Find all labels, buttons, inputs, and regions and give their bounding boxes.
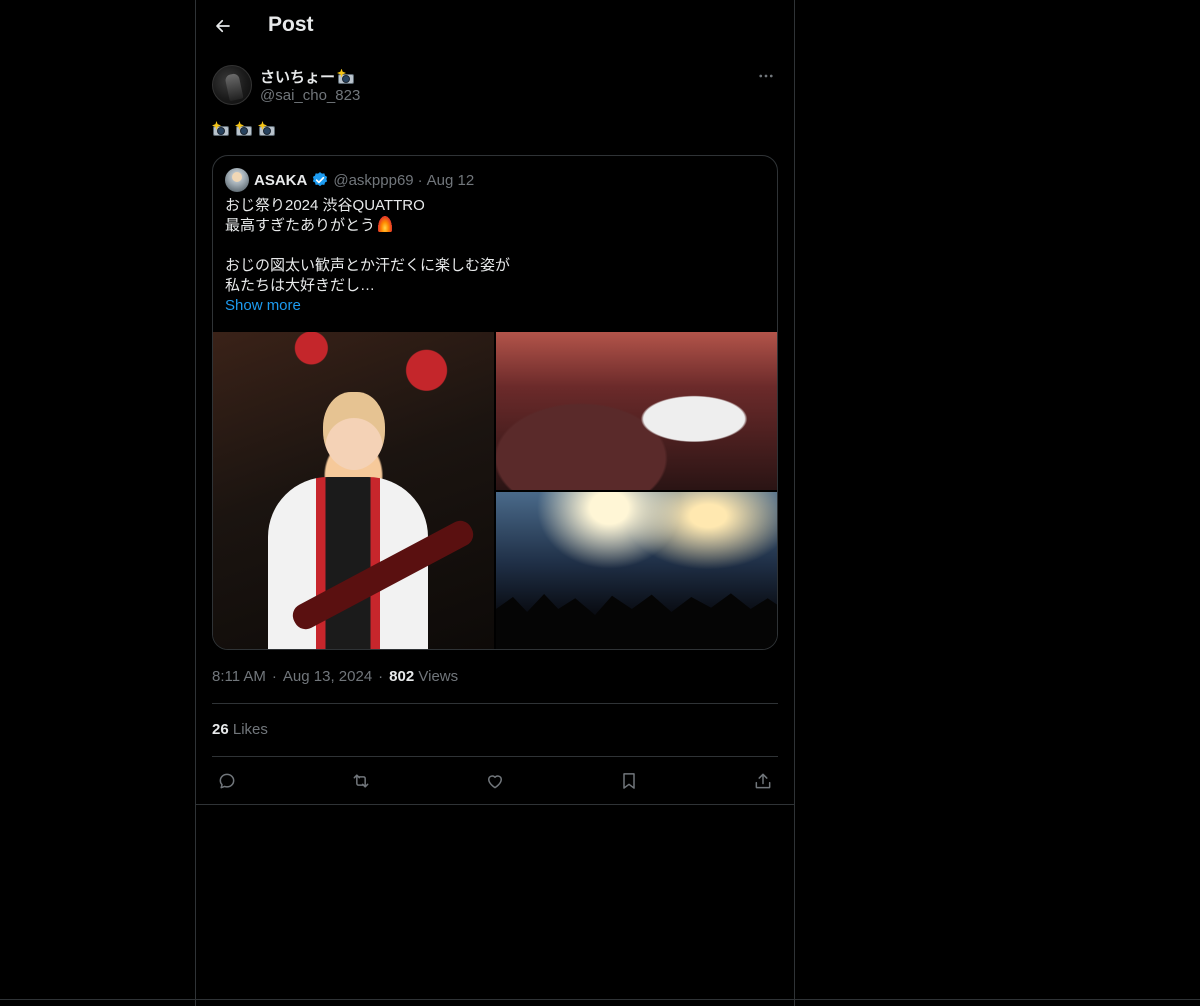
show-more-link[interactable]: Show more (225, 297, 301, 314)
views-count: 802 (389, 668, 415, 685)
media-image-guitarist[interactable] (213, 332, 494, 649)
bookmark-button[interactable] (614, 768, 644, 794)
quote-media-grid (213, 332, 777, 649)
fire-icon (378, 216, 393, 232)
author-handle[interactable]: @sai_cho_823 (260, 87, 360, 104)
camera-flash-icon (235, 121, 253, 137)
repost-button[interactable] (346, 768, 376, 794)
like-button[interactable] (480, 768, 510, 794)
camera-flash-icon (337, 68, 355, 85)
post-time[interactable]: 8:11 AM (212, 668, 266, 685)
separator: · (417, 171, 423, 189)
reply-icon (219, 773, 235, 789)
divider (212, 703, 778, 704)
separator: · (271, 668, 277, 685)
likes-label: Likes (232, 721, 268, 738)
share-icon (755, 773, 771, 789)
quote-author-handle: @askppp69 (333, 171, 414, 189)
quote-line: 最高すぎたありがとう (225, 216, 765, 236)
action-bar (212, 768, 778, 794)
camera-flash-icon (258, 121, 276, 137)
quote-author-name: ASAKA (254, 171, 308, 189)
reply-button[interactable] (212, 768, 242, 794)
quote-text: おじ祭り2024 渋谷QUATTRO 最高すぎたありがとう おじの図太い歓声とか… (225, 196, 765, 296)
page-header: Post (196, 0, 794, 53)
verified-badge-icon (313, 172, 328, 187)
author-name-text: さいちょー (260, 69, 336, 86)
back-button[interactable] (208, 11, 238, 41)
like-icon (488, 775, 502, 789)
quote-line: おじ祭り2024 渋谷QUATTRO (225, 197, 425, 214)
views-label: Views (418, 668, 459, 685)
post-bottom-border (196, 804, 794, 805)
quoted-post[interactable]: ASAKA @askppp69 · Aug 12 おじ祭り2024 渋谷QUAT… (212, 155, 778, 650)
likes-link[interactable]: 26 Likes (212, 721, 268, 738)
media-image-crowd[interactable] (496, 332, 777, 490)
quote-line: 私たちは大好きだし… (225, 277, 376, 294)
quote-line (225, 236, 765, 256)
post-column: Post さいちょー @sai_cho_823 ASAKA @askppp69 (195, 0, 795, 1006)
more-options-button[interactable] (752, 64, 780, 88)
share-button[interactable] (748, 768, 778, 794)
post-meta: 8:11 AM · Aug 13, 2024 · 802 Views (212, 668, 458, 685)
quote-header: ASAKA @askppp69 · Aug 12 (225, 168, 474, 192)
divider (212, 756, 778, 757)
avatar[interactable] (212, 65, 252, 105)
post-author: さいちょー @sai_cho_823 (212, 64, 780, 108)
post-text (212, 121, 276, 137)
quote-date: Aug 12 (426, 171, 475, 189)
post-date[interactable]: Aug 13, 2024 (283, 668, 372, 685)
arrow-left-icon (216, 19, 230, 33)
likes-count: 26 (212, 721, 229, 738)
media-image-stage-lights[interactable] (496, 492, 777, 649)
quote-line-text: 最高すぎたありがとう (225, 217, 376, 234)
retweet-icon (353, 774, 369, 788)
author-display-name[interactable]: さいちょー (260, 66, 355, 87)
quote-avatar (225, 168, 249, 192)
more-icon (759, 74, 773, 78)
page-title: Post (268, 13, 314, 36)
camera-flash-icon (212, 121, 230, 137)
quote-line: おじの図太い歓声とか汗だくに楽しむ姿が (225, 257, 511, 274)
separator: · (378, 668, 384, 685)
bookmark-icon (623, 773, 635, 789)
